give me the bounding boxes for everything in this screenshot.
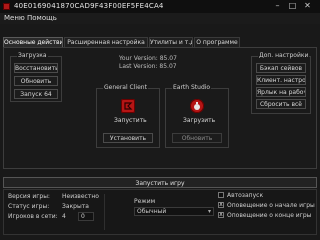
autostart-label: Автозапуск bbox=[227, 192, 264, 199]
general-client-group: General Client Запустить Установить bbox=[96, 84, 160, 148]
download-group: Загрузка Восстановить Обновить Запуск 64 bbox=[10, 52, 62, 102]
app-icon bbox=[3, 3, 10, 10]
extra-settings-group: Доп. настройки Бэкап сейвов Клиент. наст… bbox=[251, 52, 311, 114]
last-version-text: Last Version: 85.07 bbox=[119, 63, 177, 70]
players-online-label: Игроков в сети: bbox=[8, 213, 58, 220]
tab-about[interactable]: О программе bbox=[194, 37, 240, 47]
chevron-down-icon: ▾ bbox=[208, 208, 212, 215]
players-spinner[interactable]: 0 bbox=[78, 212, 94, 221]
money-bag-icon[interactable] bbox=[190, 99, 204, 113]
tab-advanced-settings[interactable]: Расширенная настройка bbox=[64, 37, 148, 47]
earth-studio-group: Earth Studio Загрузить Обновить bbox=[165, 84, 229, 148]
maximize-button[interactable]: □ bbox=[287, 1, 298, 11]
launch-caption: Запустить bbox=[114, 117, 147, 124]
client-settings-button[interactable]: Клиент. настройки bbox=[256, 75, 306, 85]
earth-studio-title: Earth Studio bbox=[172, 84, 212, 91]
notify-end-label: Оповещение о конце игры bbox=[227, 212, 312, 219]
players-online-value: 4 bbox=[62, 213, 66, 220]
notify-start-label: Оповещение о начале игры bbox=[227, 202, 315, 209]
game-client-icon[interactable] bbox=[121, 99, 135, 113]
title-bar[interactable]: 40E0169041870CAD9F43F00EF5FE4CA4 – □ ✕ bbox=[0, 0, 320, 13]
notify-start-checkbox[interactable]: x bbox=[218, 202, 224, 208]
bag-glyph-icon bbox=[194, 102, 200, 110]
launch-game-button[interactable]: Запустить игру bbox=[3, 177, 317, 188]
status-divider bbox=[104, 194, 105, 230]
tab-panel-main: Загрузка Восстановить Обновить Запуск 64… bbox=[3, 47, 317, 169]
mode-select[interactable]: Обычный bbox=[134, 207, 214, 216]
extra-settings-title: Доп. настройки bbox=[258, 52, 310, 59]
status-panel: Версия игры: Неизвестно Статус игры: Зак… bbox=[3, 189, 317, 235]
game-version-value: Неизвестно bbox=[62, 193, 99, 200]
game-version-label: Версия игры: bbox=[8, 193, 50, 200]
game-status-label: Статус игры: bbox=[8, 203, 50, 210]
notify-end-checkbox[interactable]: x bbox=[218, 212, 224, 218]
install-button[interactable]: Установить bbox=[103, 133, 153, 143]
window-title: 40E0169041870CAD9F43F00EF5FE4CA4 bbox=[14, 2, 164, 10]
minimize-button[interactable]: – bbox=[272, 1, 283, 11]
menu-bar: Меню Помощь bbox=[0, 13, 320, 24]
download-caption: Загрузить bbox=[183, 117, 216, 124]
tab-main-actions[interactable]: Основные действия bbox=[3, 37, 63, 47]
download-group-title: Загрузка bbox=[17, 52, 48, 59]
launcher-window: 40E0169041870CAD9F43F00EF5FE4CA4 – □ ✕ М… bbox=[0, 0, 320, 240]
reset-all-button[interactable]: Сбросить всё bbox=[256, 99, 306, 109]
game-status-value: Закрыта bbox=[62, 203, 89, 210]
update-studio-button[interactable]: Обновить bbox=[172, 133, 222, 143]
desktop-shortcut-button[interactable]: Ярлык на рабочий bbox=[256, 87, 306, 97]
close-button[interactable]: ✕ bbox=[302, 1, 313, 11]
your-version-text: Your Version: 85.07 bbox=[119, 55, 177, 62]
update-button[interactable]: Обновить bbox=[14, 76, 58, 86]
restore-button[interactable]: Восстановить bbox=[14, 63, 58, 73]
tab-utilities[interactable]: Утилиты и т.д. bbox=[149, 37, 193, 47]
menu-item-menu[interactable]: Меню bbox=[4, 14, 25, 22]
tab-strip: Основные действия Расширенная настройка … bbox=[3, 37, 317, 47]
client-glyph-icon bbox=[124, 102, 133, 110]
general-client-title: General Client bbox=[103, 84, 148, 91]
menu-item-help[interactable]: Помощь bbox=[27, 14, 57, 22]
launch-64-button[interactable]: Запуск 64 bbox=[14, 89, 58, 99]
mode-label: Режим bbox=[134, 198, 156, 205]
autostart-checkbox[interactable] bbox=[218, 192, 224, 198]
backup-saves-button[interactable]: Бэкап сейвов bbox=[256, 63, 306, 73]
